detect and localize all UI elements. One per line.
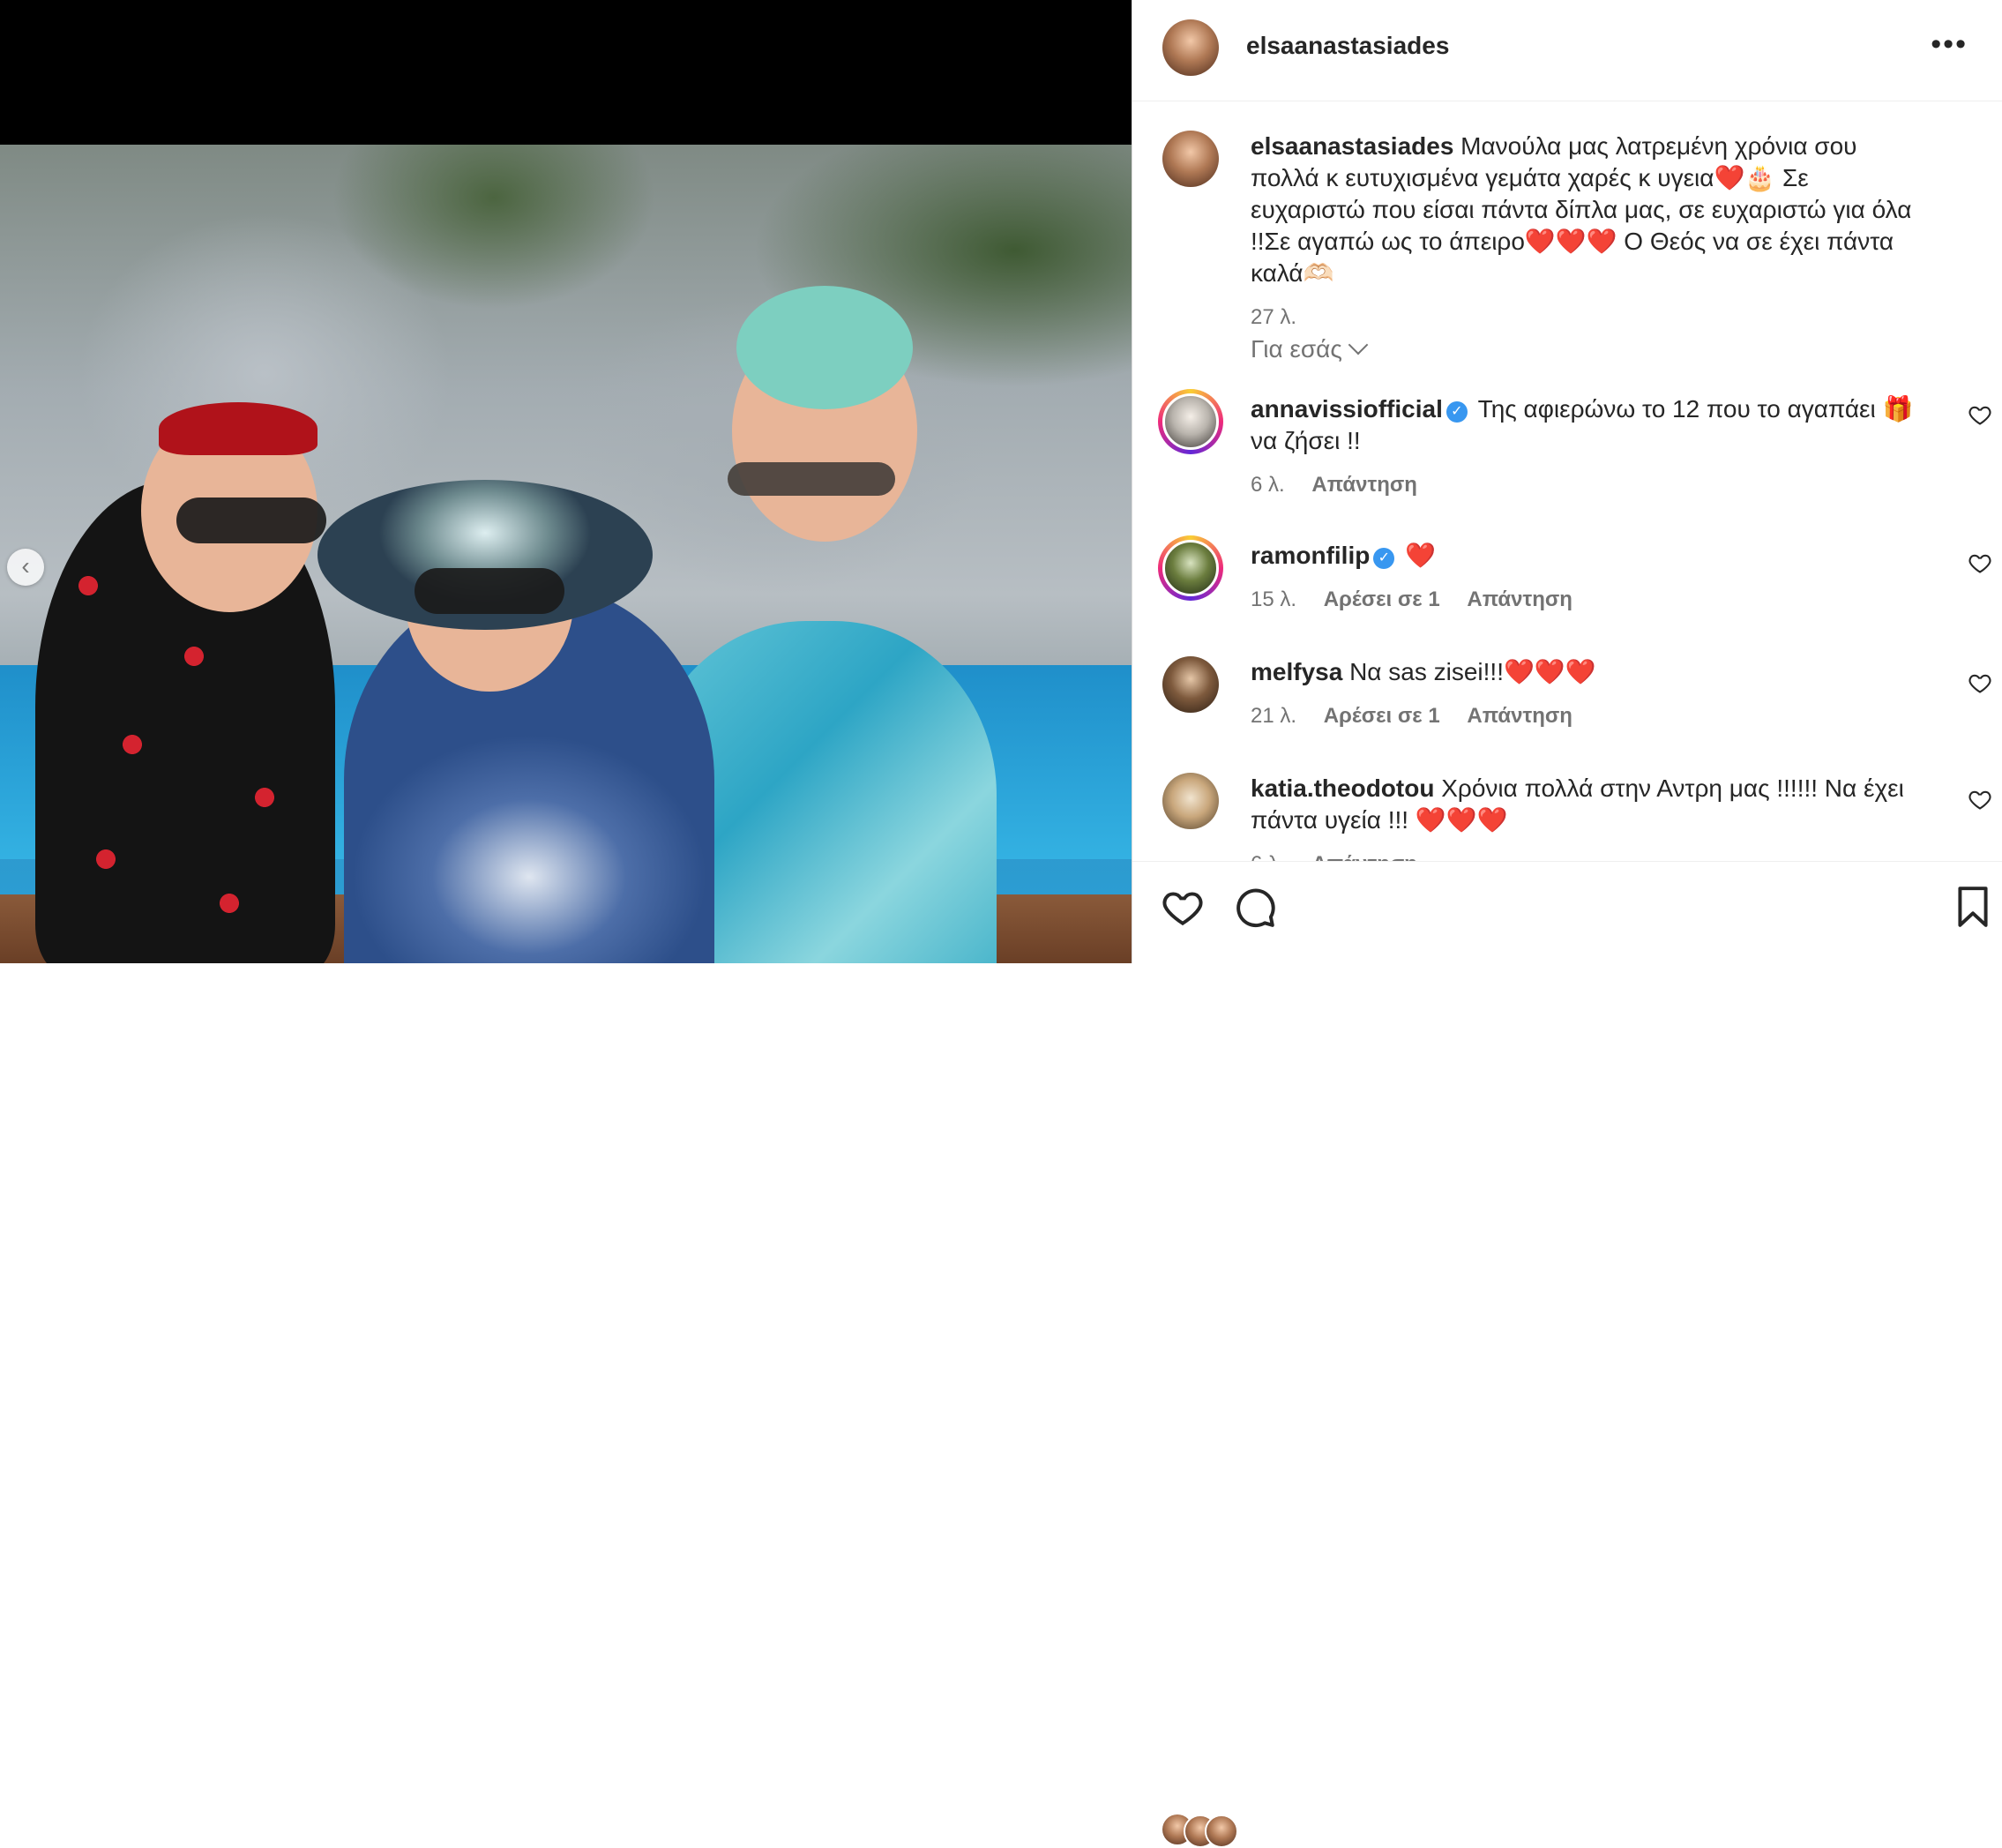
sort-label: Για εσάς: [1251, 335, 1342, 363]
commenter-avatar[interactable]: [1162, 393, 1219, 450]
comment-like-icon[interactable]: [1968, 787, 1992, 812]
photo-sunglasses-center: [415, 568, 564, 614]
comment-like-icon[interactable]: [1968, 550, 1992, 575]
story-ring[interactable]: [1158, 389, 1223, 454]
author-avatar[interactable]: [1162, 19, 1219, 76]
photo-sunglasses-left: [176, 498, 326, 543]
comment-username[interactable]: melfysa: [1251, 658, 1342, 685]
comment-age[interactable]: 15 λ.: [1251, 587, 1296, 611]
comment-meta: 21 λ. Αρέσει σε 1 Απάντηση: [1251, 700, 1921, 732]
comment-age[interactable]: 6 λ.: [1251, 473, 1285, 497]
reply-button[interactable]: Απάντηση: [1311, 852, 1417, 861]
comment-meta: 15 λ. Αρέσει σε 1 Απάντηση: [1251, 584, 1921, 616]
photo-turban: [736, 286, 913, 409]
comment-likes-count[interactable]: Αρέσει σε 1: [1324, 704, 1440, 728]
reply-button[interactable]: Απάντηση: [1467, 704, 1572, 728]
caption-body: elsaanastasiades Μανούλα μας λατρεμένη χ…: [1251, 131, 1921, 333]
more-icon[interactable]: •••: [1931, 29, 1968, 59]
story-ring[interactable]: [1158, 535, 1223, 601]
comment-text: Να sas zisei!!!❤️❤️❤️: [1349, 658, 1596, 685]
comment-body: annavissiofficial ✓ Της αφιερώνω το 12 πο…: [1251, 393, 1921, 501]
verified-icon: ✓: [1445, 401, 1468, 423]
comment-meta: 6 λ. Απάντηση: [1251, 469, 1921, 501]
liker-avatar[interactable]: [1205, 1814, 1238, 1848]
caption-username[interactable]: elsaanastasiades: [1251, 132, 1453, 160]
reply-button[interactable]: Απάντηση: [1467, 587, 1572, 611]
author-username[interactable]: elsaanastasiades: [1246, 32, 1449, 60]
comments-list[interactable]: elsaanastasiades Μανούλα μας λατρεμένη χ…: [1132, 102, 2002, 861]
caption-avatar[interactable]: [1162, 131, 1219, 187]
comment-likes-count[interactable]: Αρέσει σε 1: [1324, 587, 1440, 611]
comment-text: ❤️: [1405, 542, 1436, 569]
commenter-avatar[interactable]: [1162, 656, 1219, 713]
comment-age[interactable]: 6 λ.: [1251, 852, 1285, 861]
carousel-prev-button[interactable]: ‹: [7, 549, 44, 586]
post-header: elsaanastasiades •••: [1132, 0, 2002, 101]
heart-icon[interactable]: [1161, 885, 1205, 929]
comment-like-icon[interactable]: [1968, 402, 1992, 427]
post-photo: [0, 145, 1132, 963]
comment-meta: 6 λ. Απάντηση: [1251, 849, 1921, 861]
chevron-down-icon: [1348, 334, 1369, 355]
sort-comments-dropdown[interactable]: Για εσάς: [1251, 334, 1369, 363]
verified-icon: ✓: [1373, 548, 1395, 569]
caption-meta: 27 λ.: [1251, 302, 1921, 333]
reply-button[interactable]: Απάντηση: [1311, 473, 1417, 497]
comment-username[interactable]: katia.theodotou: [1251, 774, 1434, 802]
comment-body: melfysa Να sas zisei!!!❤️❤️❤️ 21 λ. Αρέσ…: [1251, 656, 1921, 732]
post-actions: [1132, 861, 2002, 1848]
liked-by-avatars[interactable]: [1162, 1814, 1268, 1848]
comment-body: ramonfilip ✓ ❤️ 15 λ. Αρέσει σε 1 Απάντησ…: [1251, 540, 1921, 616]
post-media: ‹: [0, 0, 1132, 963]
post-sidebar: elsaanastasiades ••• elsaanastasiades Μα…: [1132, 0, 2002, 1848]
caption-age[interactable]: 27 λ.: [1251, 305, 1296, 329]
comment-username[interactable]: annavissiofficial: [1251, 395, 1443, 423]
commenter-avatar[interactable]: [1162, 773, 1219, 829]
comment-username[interactable]: ramonfilip: [1251, 542, 1370, 569]
comment-body: katia.theodotou Χρόνια πολλά στην Αντρη …: [1251, 773, 1921, 861]
photo-sunglasses-right: [728, 462, 895, 496]
comment-icon[interactable]: [1233, 885, 1277, 929]
comment-age[interactable]: 21 λ.: [1251, 704, 1296, 728]
comment-like-icon[interactable]: [1968, 670, 1992, 695]
bookmark-icon[interactable]: [1951, 885, 1995, 929]
commenter-avatar[interactable]: [1162, 540, 1219, 596]
photo-headband: [159, 402, 317, 455]
